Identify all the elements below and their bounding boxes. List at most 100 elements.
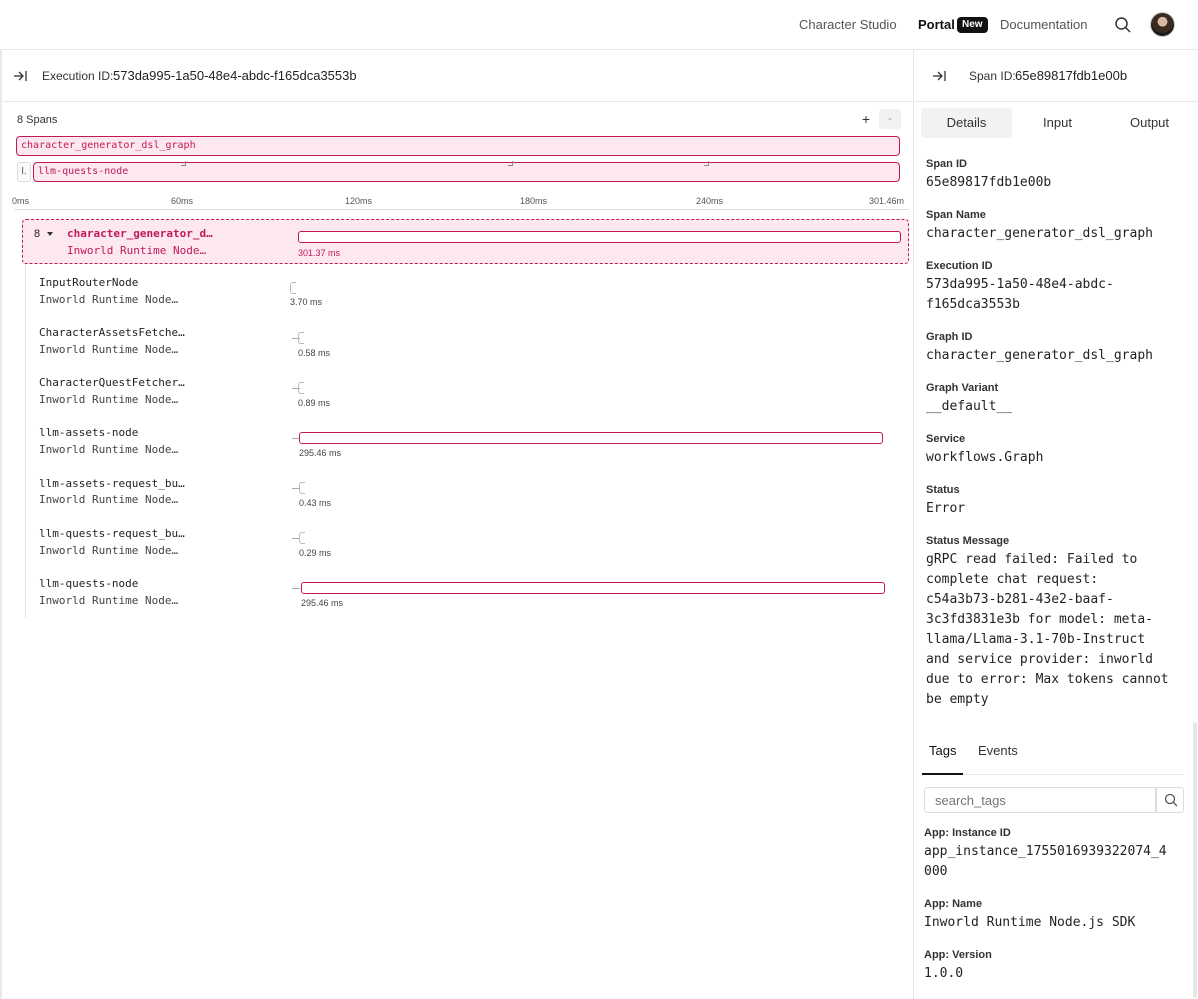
- execution-id-label: Execution ID:: [42, 69, 114, 83]
- span-service: Inworld Runtime Node…: [39, 493, 179, 506]
- search-tags-input[interactable]: [924, 787, 1156, 813]
- field-value: workflows.Graph: [926, 450, 1044, 465]
- axis-tick-label: 0ms: [12, 196, 30, 206]
- nav-portal[interactable]: Portal: [918, 17, 955, 32]
- execution-id-value: 573da995-1a50-48e4-abdc-f165dca3553b: [113, 68, 357, 83]
- nav-character-studio[interactable]: Character Studio: [799, 17, 897, 32]
- field-value: __default__: [926, 399, 1013, 414]
- status-value: Error: [926, 501, 966, 516]
- minimap-collapsed-marker[interactable]: I.: [17, 162, 31, 182]
- scrollbar[interactable]: [1193, 722, 1197, 998]
- span-name: InputRouterNode: [39, 276, 139, 289]
- span-duration: 3.70 ms: [290, 297, 323, 307]
- span-connector: [292, 588, 300, 589]
- tag-label: App: Name: [924, 898, 983, 910]
- axis-tick-label: 180ms: [520, 196, 548, 206]
- axis-line: [14, 209, 909, 210]
- span-service: Inworld Runtime Node…: [39, 594, 179, 607]
- span-duration-bar[interactable]: [299, 482, 305, 494]
- new-badge: New: [957, 17, 988, 33]
- field-label: Status: [926, 484, 960, 496]
- span-duration-bar[interactable]: [299, 532, 305, 544]
- minimap-child-bar[interactable]: llm-quests-node: [33, 162, 900, 182]
- execution-pane: Execution ID: 573da995-1a50-48e4-abdc-f1…: [0, 50, 914, 999]
- zoom-out-button[interactable]: -: [879, 109, 901, 129]
- collapse-panel-icon[interactable]: [932, 68, 948, 84]
- span-details-pane: Span ID: 65e89817fdb1e00b Details Input …: [915, 50, 1198, 999]
- span-id-label: Span ID:: [969, 69, 1016, 83]
- tags-events-tabs: Tags Events: [922, 732, 1184, 775]
- tag-value: Inworld Runtime Node.js SDK: [924, 915, 1136, 930]
- axis-tick-label: 60ms: [171, 196, 194, 206]
- span-name: llm-quests-request_bu…: [39, 527, 185, 540]
- search-icon: [1164, 793, 1178, 807]
- span-service: Inworld Runtime Node…: [39, 443, 179, 456]
- root-span-row[interactable]: 8 character_generator_d… Inworld Runtime…: [22, 219, 909, 264]
- tag-value: 1.0.0: [924, 966, 964, 981]
- minimap-root-bar[interactable]: character_generator_dsl_graph: [16, 136, 900, 156]
- span-duration-bar[interactable]: [298, 332, 304, 344]
- search-tags-button[interactable]: [1156, 787, 1184, 813]
- span-duration: 0.29 ms: [299, 548, 332, 558]
- span-duration: 0.43 ms: [299, 498, 332, 508]
- span-header: Span ID: 65e89817fdb1e00b: [915, 50, 1198, 102]
- tab-input[interactable]: Input: [1012, 108, 1103, 138]
- user-avatar[interactable]: [1150, 12, 1175, 37]
- tag-label: App: Instance ID: [924, 827, 1011, 839]
- span-service: Inworld Runtime Node…: [39, 343, 179, 356]
- minimap-tick: [704, 161, 709, 166]
- field-value: character_generator_dsl_graph: [926, 226, 1153, 241]
- field-label: Status Message: [926, 535, 1010, 547]
- top-nav: Character Studio Portal New Documentatio…: [0, 0, 1198, 50]
- span-name: CharacterQuestFetcher…: [39, 376, 185, 389]
- child-count: 8: [34, 228, 41, 240]
- span-service: Inworld Runtime Node…: [39, 293, 179, 306]
- tab-output[interactable]: Output: [1104, 108, 1195, 138]
- span-duration: 295.46 ms: [301, 598, 344, 608]
- field-label: Span ID: [926, 158, 967, 170]
- span-id-value: 65e89817fdb1e00b: [1015, 68, 1128, 83]
- span-duration: 0.58 ms: [298, 348, 331, 358]
- zoom-in-button[interactable]: +: [856, 110, 876, 128]
- field-value: 573da995-1a50-48e4-abdc- f165dca3553b: [926, 277, 1114, 312]
- span-name: character_generator_d…: [67, 227, 213, 240]
- tab-events[interactable]: Events: [978, 743, 1018, 758]
- span-service: Inworld Runtime Node…: [39, 544, 179, 557]
- span-duration-bar[interactable]: [290, 282, 296, 294]
- search-icon[interactable]: [1114, 16, 1132, 34]
- field-label: Service: [926, 433, 966, 445]
- span-name: llm-quests-node: [39, 577, 139, 590]
- span-duration-bar[interactable]: [299, 432, 883, 444]
- caret-down-icon[interactable]: [47, 232, 53, 236]
- span-duration-bar[interactable]: [298, 231, 901, 243]
- span-duration-bar[interactable]: [298, 382, 304, 394]
- field-value: 65e89817fdb1e00b: [926, 175, 1052, 190]
- nav-documentation[interactable]: Documentation: [1000, 17, 1087, 32]
- minimap-tick: [181, 161, 186, 166]
- field-label: Graph Variant: [926, 382, 999, 394]
- field-value: character_generator_dsl_graph: [926, 348, 1153, 363]
- field-label: Span Name: [926, 209, 986, 221]
- span-service: Inworld Runtime Node…: [67, 244, 207, 257]
- spans-count: 8 Spans: [17, 114, 58, 126]
- axis-tick-label: 240ms: [696, 196, 724, 206]
- collapse-panel-icon[interactable]: [13, 68, 29, 84]
- status-message-value: gRPC read failed: Failed to complete cha…: [926, 552, 1169, 707]
- span-duration: 301.37 ms: [298, 248, 341, 258]
- span-duration-bar[interactable]: [301, 582, 885, 594]
- active-tab-indicator: [922, 773, 963, 775]
- tag-value: app_instance_1755016939322074_4 000: [924, 844, 1167, 879]
- field-label: Execution ID: [926, 260, 993, 272]
- span-name: llm-assets-request_bu…: [39, 477, 185, 490]
- axis-tick-label: 301.46m: [869, 196, 905, 206]
- span-service: Inworld Runtime Node…: [39, 393, 179, 406]
- span-name: CharacterAssetsFetche…: [39, 326, 185, 339]
- tag-label: App: Version: [924, 949, 992, 961]
- span-duration: 295.46 ms: [299, 448, 342, 458]
- span-name: llm-assets-node: [39, 426, 139, 439]
- minimap-tick: [508, 161, 513, 166]
- tree-guide-line: [25, 263, 26, 618]
- tab-details[interactable]: Details: [921, 108, 1012, 138]
- field-label: Graph ID: [926, 331, 973, 343]
- tab-tags[interactable]: Tags: [929, 743, 956, 758]
